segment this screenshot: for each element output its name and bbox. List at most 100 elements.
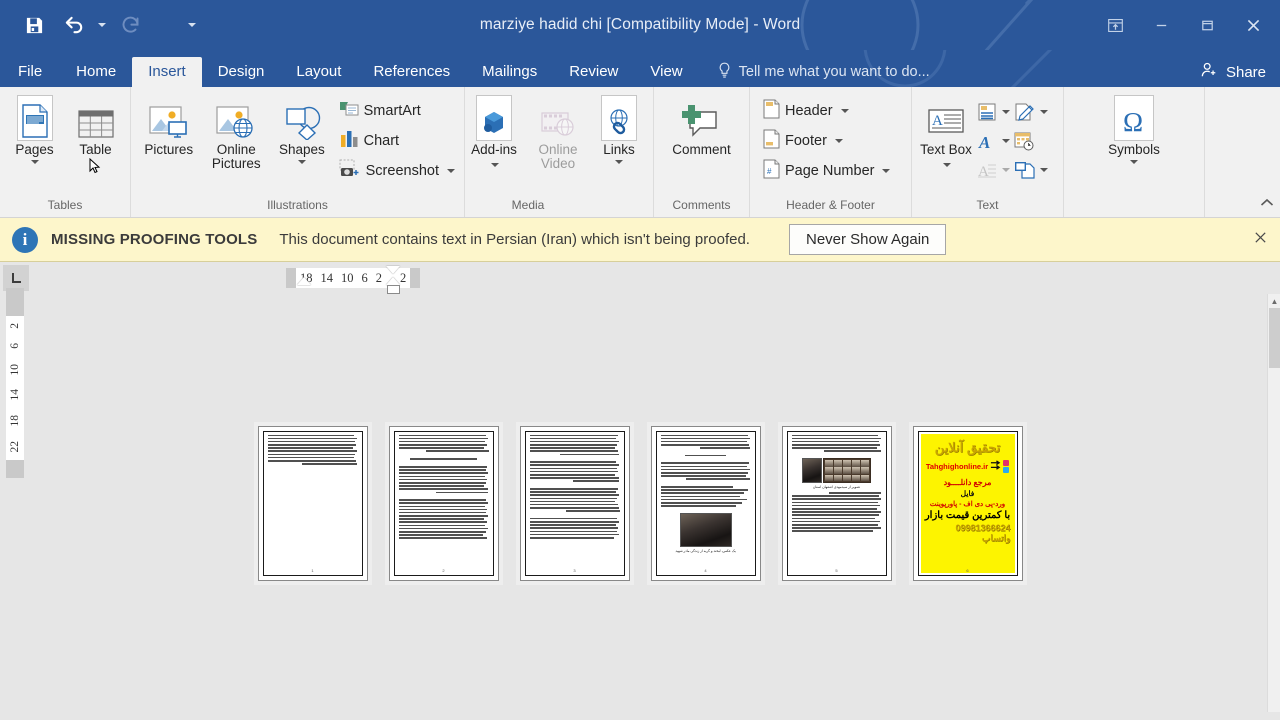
pages-button[interactable]: Pages xyxy=(5,93,64,164)
vertical-scrollbar[interactable]: ▲ xyxy=(1267,294,1280,712)
page2-heading xyxy=(399,458,489,461)
footer-button[interactable]: Footer xyxy=(759,127,894,155)
undo-dropdown-arrow[interactable] xyxy=(94,8,110,42)
svg-text:#: # xyxy=(767,167,772,176)
page-thumbnail-4[interactable]: یک عکس، لبخند و گریه از زندگی مادر شهید … xyxy=(646,421,765,585)
online-pictures-button[interactable]: Online Pictures xyxy=(204,93,270,170)
undo-icon[interactable] xyxy=(54,8,94,42)
tab-home[interactable]: Home xyxy=(60,57,132,87)
ad-line4: با کمترین قیمت بازار xyxy=(924,509,1011,521)
chart-label: Chart xyxy=(363,133,400,149)
links-button[interactable]: Links xyxy=(590,93,648,164)
wordart-dropdown-arrow[interactable] xyxy=(1002,139,1010,143)
quick-access-toolbar[interactable] xyxy=(0,8,200,42)
share-button[interactable]: Share xyxy=(1190,57,1280,87)
text-box-dropdown-arrow[interactable] xyxy=(943,162,951,167)
ribbon-options-icon[interactable] xyxy=(1092,7,1138,43)
page-number-button[interactable]: # Page Number xyxy=(759,157,894,185)
header-button[interactable]: Header xyxy=(759,97,894,125)
smartart-button[interactable]: SmartArt xyxy=(335,97,459,125)
scroll-up-icon[interactable]: ▲ xyxy=(1268,294,1280,308)
tab-layout[interactable]: Layout xyxy=(280,57,357,87)
save-icon[interactable] xyxy=(14,8,54,42)
close-icon[interactable] xyxy=(1230,7,1276,43)
left-indent-marker[interactable] xyxy=(387,285,400,294)
drop-cap-button: A xyxy=(977,156,1014,184)
page-thumbnail-2[interactable]: 2 xyxy=(384,421,503,585)
comment-button[interactable]: Comment xyxy=(659,93,744,157)
footer-dropdown-arrow[interactable] xyxy=(834,139,843,143)
page1-number: 1 xyxy=(311,567,314,573)
screenshot-dropdown-arrow[interactable] xyxy=(446,169,455,173)
tab-insert[interactable]: Insert xyxy=(132,57,202,87)
online-video-icon xyxy=(540,96,576,140)
page5-block-2 xyxy=(791,492,882,532)
date-time-button[interactable] xyxy=(1014,127,1052,155)
table-button[interactable]: Table xyxy=(66,93,125,179)
page-number-dropdown-arrow[interactable] xyxy=(882,169,891,173)
header-dropdown-arrow[interactable] xyxy=(840,109,849,113)
addins-label: Add-ins xyxy=(470,143,518,170)
tab-design[interactable]: Design xyxy=(202,57,281,87)
page-thumbnail-1[interactable]: 1 xyxy=(253,421,372,585)
tab-review[interactable]: Review xyxy=(553,57,634,87)
addins-dropdown-arrow[interactable] xyxy=(491,162,499,167)
online-video-label: Online Video xyxy=(538,142,578,171)
tab-mailings[interactable]: Mailings xyxy=(466,57,553,87)
links-dropdown-arrow[interactable] xyxy=(615,160,623,164)
never-show-again-button[interactable]: Never Show Again xyxy=(788,224,947,255)
window-controls[interactable] xyxy=(1092,7,1280,43)
minimize-icon[interactable] xyxy=(1138,7,1184,43)
text-box-button[interactable]: A Text Box xyxy=(917,93,975,170)
ad-heading: تحقیق آنلاین xyxy=(934,439,1001,455)
object-button[interactable] xyxy=(1014,156,1052,184)
first-line-indent-marker[interactable] xyxy=(297,277,311,285)
footer-label: Footer xyxy=(785,133,827,149)
tab-view[interactable]: View xyxy=(634,57,698,87)
page-thumbnail-5[interactable]: تصویر از سیدمهدی اصفهان استان 5 xyxy=(777,421,896,585)
restore-icon[interactable] xyxy=(1184,7,1230,43)
redo-icon[interactable] xyxy=(110,8,150,42)
screenshot-button[interactable]: Screenshot xyxy=(335,157,459,185)
footer-icon xyxy=(763,129,780,154)
tab-references[interactable]: References xyxy=(357,57,466,87)
pages-dropdown-arrow[interactable] xyxy=(30,160,39,164)
comment-icon xyxy=(680,96,724,140)
message-bar-close-icon[interactable] xyxy=(1253,229,1270,251)
ruler-mark-10: 10 xyxy=(341,270,354,285)
quick-parts-button[interactable] xyxy=(977,98,1014,126)
addins-button[interactable]: Add-ins xyxy=(470,93,518,170)
group-text: A Text Box A A Text xyxy=(911,87,1063,217)
tab-file[interactable]: File xyxy=(0,57,60,87)
pictures-button[interactable]: Pictures xyxy=(136,93,202,157)
right-indent-marker[interactable] xyxy=(386,266,400,274)
collapse-ribbon-button[interactable] xyxy=(1260,195,1274,213)
pictures-label: Pictures xyxy=(144,142,194,157)
scrollbar-thumb[interactable] xyxy=(1269,308,1280,368)
signature-dropdown-arrow[interactable] xyxy=(1040,110,1048,114)
symbols-button[interactable]: Ω Symbols xyxy=(1094,93,1174,164)
page4-byline xyxy=(661,454,751,457)
header-icon xyxy=(763,99,780,124)
signature-line-button[interactable] xyxy=(1014,98,1052,126)
symbols-dropdown-arrow[interactable] xyxy=(1130,160,1138,164)
hanging-indent-marker[interactable] xyxy=(386,277,400,285)
shapes-button[interactable]: Shapes xyxy=(271,93,333,164)
object-dropdown-arrow[interactable] xyxy=(1040,168,1048,172)
chart-button[interactable]: Chart xyxy=(335,127,459,155)
tell-me-placeholder: Tell me what you want to do... xyxy=(738,64,930,80)
page-thumbnail-3[interactable]: 3 xyxy=(515,421,634,585)
drop-cap-dropdown-arrow[interactable] xyxy=(1002,168,1010,172)
page-thumbnail-6[interactable]: تحقیق آنلاین Tahghighonline.ir مرجع دانل… xyxy=(908,421,1027,585)
page-number-label: Page Number xyxy=(785,163,875,179)
tell-me-search[interactable]: Tell me what you want to do... xyxy=(717,57,930,87)
page5-photo-row xyxy=(792,458,882,484)
page4-block-2 xyxy=(660,462,751,480)
shapes-dropdown-arrow[interactable] xyxy=(297,160,306,164)
quick-parts-dropdown-arrow[interactable] xyxy=(1002,110,1010,114)
text-icon-grid: A A xyxy=(977,93,1052,184)
page2-number: 2 xyxy=(442,567,445,573)
customize-quick-access-arrow[interactable] xyxy=(184,8,200,42)
tab-list[interactable]: File Home Insert Design Layout Reference… xyxy=(0,57,699,87)
wordart-button[interactable]: A xyxy=(977,127,1014,155)
